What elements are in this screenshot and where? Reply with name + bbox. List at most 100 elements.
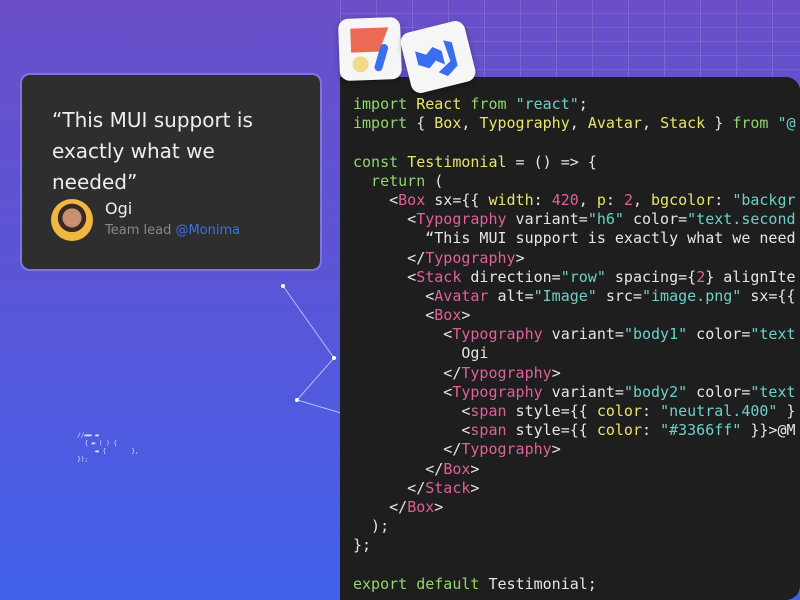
code-token: > (434, 497, 444, 516)
code-line: <Typography variant="h6" color="text.sec… (353, 210, 796, 229)
code-lines: import React from "react"; import { Box,… (353, 95, 796, 594)
code-token: > (551, 363, 561, 382)
code-token: color= (623, 210, 688, 229)
code-token: Box (434, 306, 462, 325)
code-token: < (353, 402, 471, 420)
author-role: Team lead @Monima (105, 223, 240, 238)
code-token: color (596, 421, 642, 440)
code-token: } (777, 402, 796, 420)
code-token: Typography (452, 382, 543, 401)
code-token: </ (353, 363, 462, 382)
code-token: import (353, 114, 417, 133)
code-token: "text.second (687, 210, 796, 229)
code-token: direction= (461, 267, 561, 286)
code-token: Testimonial (407, 152, 507, 171)
code-token: color (596, 402, 642, 420)
code-token: spacing={ (605, 267, 697, 286)
code-token: Typography (461, 363, 552, 382)
code-token: Typography (425, 248, 516, 267)
code-token: > (515, 248, 525, 267)
code-token: variant= (542, 325, 624, 344)
code-token: > (461, 306, 471, 325)
code-line: <Box> (353, 306, 796, 325)
company-link[interactable]: @Monima (175, 223, 240, 238)
code-line: <Typography variant="body2" color="text (353, 382, 796, 402)
avatar (51, 199, 93, 241)
code-line: <span style={{ color: "#3366ff" }}>@M (353, 421, 796, 440)
code-line: Ogi (353, 344, 796, 363)
code-token: "Image" (533, 286, 597, 305)
code-token: ); (353, 517, 390, 536)
code-token: color= (687, 382, 751, 401)
code-token: style={{ (506, 421, 597, 440)
code-token: Stack (425, 478, 471, 497)
code-token: < (353, 210, 417, 229)
code-token: Box (434, 114, 462, 133)
code-token: 2 (623, 190, 633, 209)
code-token: Box (443, 459, 471, 478)
code-token: , (569, 114, 588, 133)
code-token: default (416, 574, 489, 593)
code-token: : (605, 190, 624, 209)
code-token: < (353, 267, 417, 286)
code-token: , (578, 190, 597, 209)
code-token: : (642, 402, 661, 420)
code-line: }; (353, 536, 796, 555)
code-token: </ (353, 478, 426, 497)
code-line: <Avatar alt="Image" src="image.png" sx={… (353, 286, 795, 306)
code-token: import (353, 95, 417, 113)
code-line: export default Testimonial; (353, 575, 796, 594)
code-token: p (596, 190, 606, 209)
code-token: ; (578, 95, 597, 113)
code-token: const (353, 152, 408, 171)
code-token: 2 (696, 267, 706, 286)
code-token: } alignIte (705, 267, 796, 286)
code-token: < (353, 190, 399, 209)
code-token: ( (434, 171, 444, 190)
code-token: , (642, 114, 661, 133)
author-name: Ogi (105, 199, 133, 218)
code-line: import React from "react"; (353, 95, 796, 114)
code-token: </ (353, 459, 444, 478)
code-token: "text (750, 325, 796, 344)
code-token: Stack (660, 114, 706, 133)
code-token: Typography (479, 114, 570, 133)
code-token: span (470, 402, 507, 420)
code-token: }; (353, 536, 372, 555)
code-token: color= (687, 325, 751, 344)
code-line: <Stack direction="row" spacing={2} align… (353, 267, 796, 287)
code-token: span (470, 421, 507, 440)
code-token: Box (398, 190, 426, 209)
code-token: return (353, 171, 435, 190)
code-token: React (416, 95, 471, 113)
code-token: variant= (542, 382, 624, 401)
code-token: "neutral.400" (660, 402, 778, 420)
testimonial-quote: “This MUI support is exactly what we nee… (52, 108, 253, 194)
code-token: }}>@M (741, 421, 796, 440)
code-token: alt= (488, 286, 534, 305)
code-line: </Typography> (353, 249, 796, 268)
code-token: Avatar (587, 114, 642, 133)
code-line: </Typography> (353, 364, 796, 383)
code-token: : (533, 190, 552, 209)
code-token: export (353, 574, 417, 593)
code-token: "text (750, 382, 796, 401)
code-line: </Box> (353, 498, 796, 517)
code-line: const Testimonial = () => { (353, 153, 796, 172)
code-token: = () => { (506, 152, 597, 171)
code-line: return ( (353, 172, 796, 191)
code-line: ); (353, 517, 796, 536)
code-panel: import React from "react"; import { Box,… (340, 77, 800, 600)
code-token: > (551, 440, 561, 459)
code-token: Typography (461, 440, 552, 459)
code-line: <span style={{ color: "neutral.400" } (353, 402, 796, 421)
code-token: "@ (777, 114, 796, 133)
code-line: <Box sx={{ width: 420, p: 2, bgcolor: "b… (353, 190, 796, 210)
code-token: Box (407, 497, 435, 516)
code-token: "backgr (732, 190, 796, 209)
code-token: > (470, 459, 480, 478)
code-token: "react" (515, 95, 579, 113)
code-token: < (353, 286, 435, 305)
code-token: Typography (452, 325, 543, 344)
